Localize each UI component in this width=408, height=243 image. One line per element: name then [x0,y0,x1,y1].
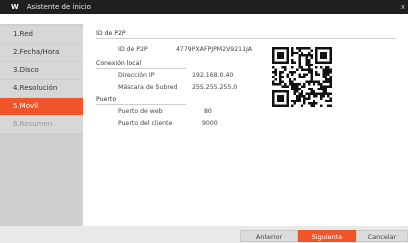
cancel-button[interactable]: Cancelar [356,230,408,242]
web-port-value: 80 [204,108,212,115]
subnet-mask-label: Máscara de Subred [118,84,178,91]
client-port-label: Puerto del cliente [118,120,173,127]
client-port-value: 9000 [202,120,218,127]
ip-address-value: 192.168.0.40 [192,72,234,79]
section-title-local: Conexión local [96,60,186,69]
web-port-label: Puerto de web [118,108,163,115]
next-button[interactable]: Siguiente [298,230,356,242]
sidebar-item-disco[interactable]: 3.Disco [0,62,83,79]
qr-code [272,47,332,107]
previous-button[interactable]: Anterior [240,230,298,242]
sidebar-item-resumen: 6.Resumen [0,116,83,133]
wizard-sidebar: 1.Red 2.Fecha/Hora 3.Disco 4.Resolución … [0,24,83,243]
sidebar-item-resolucion[interactable]: 4.Resolución [0,80,83,97]
subnet-mask-value: 255.255.255.0 [192,84,238,91]
sidebar-item-fecha-hora[interactable]: 2.Fecha/Hora [0,44,83,61]
section-title-port: Puerto [96,96,186,105]
close-icon[interactable]: x [401,3,405,11]
sidebar-item-movil[interactable]: 5.Movil [0,98,83,115]
title-bar: W Asistente de inicio x [0,0,408,14]
app-logo: W [11,3,19,11]
p2p-id-value: 4779PXAFPJPM2V9211JA [176,46,252,53]
sidebar-item-red[interactable]: 1.Red [0,26,83,43]
main-panel: ID de P2P ID de P2P 4779PXAFPJPM2V9211JA… [86,24,408,243]
ip-address-label: Dirección IP [118,72,155,79]
section-title-p2p: ID de P2P [96,30,396,39]
p2p-id-label: ID de P2P [118,46,148,53]
window-title: Asistente de inicio [26,3,91,11]
